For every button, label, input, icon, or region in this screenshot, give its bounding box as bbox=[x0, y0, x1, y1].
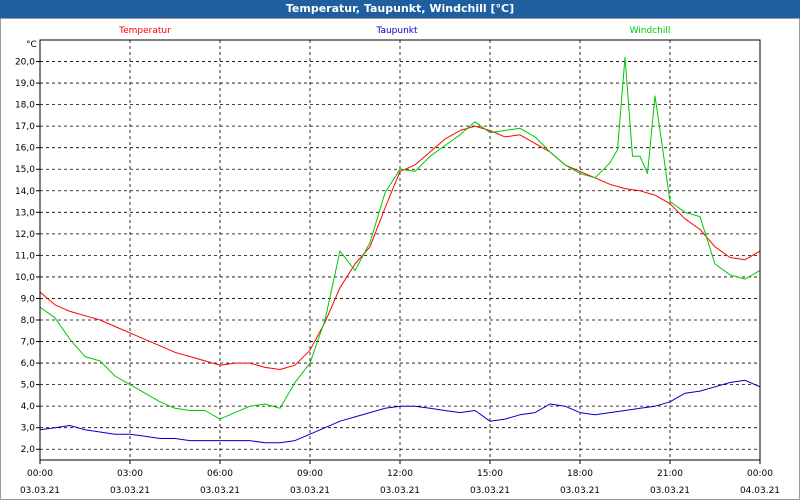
x-tick-time-label: 21:00 bbox=[657, 469, 683, 479]
x-tick-date-label: 03.03.21 bbox=[290, 486, 330, 496]
y-tick-label: 16,0 bbox=[15, 144, 35, 154]
y-tick-label: 18,0 bbox=[15, 101, 35, 111]
x-tick-date-label: 03.03.21 bbox=[560, 486, 600, 496]
x-tick-date-label: 03.03.21 bbox=[380, 486, 420, 496]
y-tick-label: 17,0 bbox=[15, 122, 35, 132]
y-tick-label: 11,0 bbox=[15, 251, 35, 261]
y-tick-label: 13,0 bbox=[15, 208, 35, 218]
y-tick-label: 3,0 bbox=[21, 424, 36, 434]
x-tick-time-label: 18:00 bbox=[567, 469, 593, 479]
x-tick-time-label: 06:00 bbox=[207, 469, 233, 479]
grid bbox=[40, 40, 760, 460]
y-tick-label: 12,0 bbox=[15, 230, 35, 240]
y-tick-label: 8,0 bbox=[21, 316, 36, 326]
y-unit-label: °C bbox=[26, 40, 37, 50]
y-tick-label: 14,0 bbox=[15, 187, 35, 197]
y-tick-label: 19,0 bbox=[15, 79, 35, 89]
chart: °C 2,0 3,0 4,0 5,0 6,0 7,0 8,0 9,0 10,0 11,0 12,0 1… bbox=[15, 26, 780, 496]
x-tick-date-label: 03.03.21 bbox=[200, 486, 240, 496]
x-tick-date-label: 03.03.21 bbox=[110, 486, 150, 496]
x-tick-time-label: 15:00 bbox=[477, 469, 503, 479]
legend-entry-temperatur: Temperatur bbox=[118, 26, 171, 36]
y-tick-label: 6,0 bbox=[21, 359, 36, 369]
x-tick-date-label: 03.03.21 bbox=[470, 486, 510, 496]
legend: Temperatur Taupunkt Windchill bbox=[118, 26, 670, 36]
x-tick-date-label: 04.03.21 bbox=[740, 486, 780, 496]
y-tick-label: 4,0 bbox=[21, 402, 36, 412]
y-tick-label: 15,0 bbox=[15, 165, 35, 175]
y-tick-label: 5,0 bbox=[21, 381, 36, 391]
y-tick-label: 9,0 bbox=[21, 294, 36, 304]
y-tick-label: 20,0 bbox=[15, 58, 35, 68]
legend-entry-windchill: Windchill bbox=[630, 26, 671, 36]
x-tick-time-label: 03:00 bbox=[117, 469, 143, 479]
legend-entry-taupunkt: Taupunkt bbox=[375, 26, 418, 36]
y-tick-label: 7,0 bbox=[21, 338, 36, 348]
x-axis-ticks: 00:00 03.03.21 03:00 03.03.21 06:00 03.03.21 0… bbox=[20, 460, 780, 496]
x-tick-time-label: 09:00 bbox=[297, 469, 323, 479]
x-tick-time-label: 12:00 bbox=[387, 469, 413, 479]
y-tick-label: 10,0 bbox=[15, 273, 35, 283]
x-tick-date-label: 03.03.21 bbox=[650, 486, 690, 496]
x-tick-time-label: 00:00 bbox=[747, 469, 773, 479]
x-tick-date-label: 03.03.21 bbox=[20, 486, 60, 496]
x-tick-time-label: 00:00 bbox=[27, 469, 53, 479]
y-axis-ticks: 2,0 3,0 4,0 5,0 6,0 7,0 8,0 9,0 10,0 11,0 12,0 13,0… bbox=[15, 58, 40, 455]
y-tick-label: 2,0 bbox=[21, 445, 36, 455]
